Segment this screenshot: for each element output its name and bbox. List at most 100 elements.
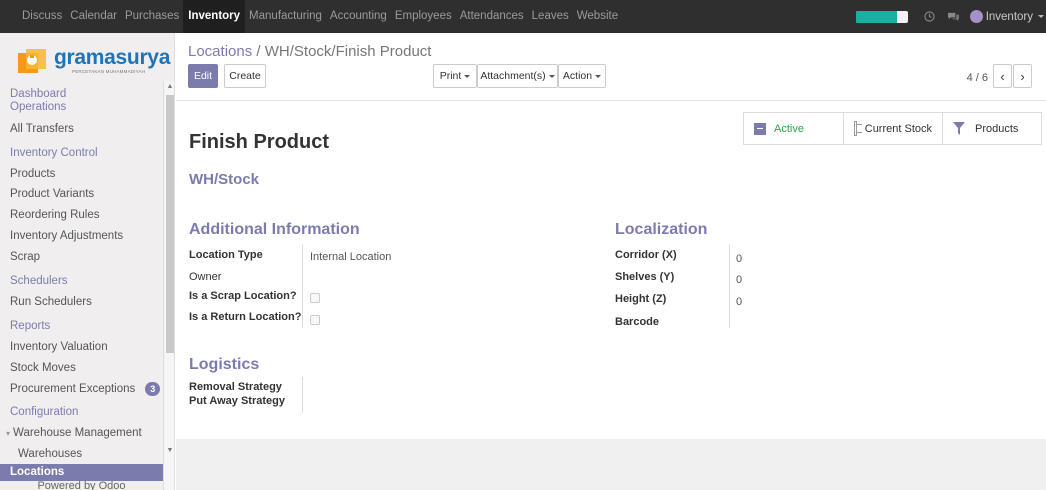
sidebar-item-warehouse-management[interactable]: ▾ Warehouse Management <box>0 426 142 441</box>
sidebar-section-schedulers[interactable]: Schedulers <box>0 274 68 288</box>
chevron-down-icon <box>1038 15 1044 18</box>
location-name: Finish Product <box>189 131 329 153</box>
form-sheet: Active Current Stock Products Finish Pro… <box>176 101 1046 439</box>
scrap-location-label: Is a Scrap Location? <box>189 290 297 302</box>
progress-fill <box>855 10 898 23</box>
shelves-label: Shelves (Y) <box>615 271 675 283</box>
app-menu-leaves[interactable]: Leaves <box>528 0 573 33</box>
sidebar-item-warehouses[interactable]: Warehouses <box>0 447 82 461</box>
sidebar-item-dashboard[interactable]: Dashboard <box>0 87 66 101</box>
location-type-field[interactable]: Internal Location <box>310 251 391 263</box>
sidebar: gramasurya PERCETAKAN MUHAMMADIYAH Dashb… <box>0 33 175 490</box>
chat-icon[interactable] <box>947 10 961 24</box>
sidebar-item-scrap[interactable]: Scrap <box>0 250 40 264</box>
sidebar-scrollbar[interactable]: ▲ ▼ <box>163 81 174 490</box>
height-label: Height (Z) <box>615 293 667 305</box>
print-label: Print <box>439 70 462 82</box>
building-icon <box>854 121 862 136</box>
app-menu-inventory[interactable]: Inventory <box>183 0 246 33</box>
app-menu-accounting[interactable]: Accounting <box>326 0 391 33</box>
top-navbar: Discuss Calendar Purchases Inventory Manufac… <box>0 0 1046 33</box>
scrollbar-thumb[interactable] <box>166 95 174 353</box>
put-away-strategy-label: Put Away Strategy <box>189 395 285 407</box>
shelves-field[interactable]: 0 <box>736 274 742 286</box>
app-menu-purchases[interactable]: Purchases <box>121 0 183 33</box>
progress-bar <box>855 10 908 23</box>
return-location-label: Is a Return Location? <box>189 311 302 323</box>
app-menu-discuss[interactable]: Discuss <box>0 0 66 33</box>
scroll-down-icon[interactable]: ▼ <box>166 447 174 455</box>
corridor-label: Corridor (X) <box>615 249 677 261</box>
powered-by[interactable]: Powered by Odoo <box>0 480 163 490</box>
sidebar-section-operations[interactable]: Operations <box>0 100 66 114</box>
sidebar-section-reports[interactable]: Reports <box>0 319 50 333</box>
additional-info-heading: Additional Information <box>189 221 360 238</box>
action-label: Action <box>562 70 593 82</box>
sidebar-item-locations[interactable]: Locations <box>0 464 163 481</box>
smart-buttons: Active Current Stock Products <box>743 112 1042 145</box>
active-label: Active <box>774 122 804 135</box>
systray: Inventory <box>855 0 1046 33</box>
breadcrumb-locations[interactable]: Locations <box>188 43 252 60</box>
breadcrumb: Locations / WH/Stock/Finish Product <box>188 43 431 60</box>
chevron-down-icon <box>464 74 471 78</box>
field-divider <box>302 244 303 328</box>
app-menu-calendar[interactable]: Calendar <box>66 0 121 33</box>
sidebar-item-stock-moves[interactable]: Stock Moves <box>0 361 76 375</box>
scrap-location-checkbox[interactable] <box>310 293 320 303</box>
create-button[interactable]: Create <box>224 64 266 88</box>
sidebar-section-inventory-control[interactable]: Inventory Control <box>0 146 98 160</box>
app-menu: Discuss Calendar Purchases Inventory Manufac… <box>0 0 622 33</box>
pager-value[interactable]: 4 / 6 <box>967 72 988 84</box>
app-menu-employees[interactable]: Employees <box>391 0 456 33</box>
removal-strategy-label: Removal Strategy <box>189 381 282 393</box>
archive-icon <box>754 122 766 135</box>
breadcrumb-current: WH/Stock/Finish Product <box>264 43 432 60</box>
chevron-down-icon <box>595 74 602 78</box>
sidebar-item-label: Procurement Exceptions <box>10 383 136 395</box>
app-menu-manufacturing[interactable]: Manufacturing <box>245 0 326 33</box>
pager-next-button[interactable]: › <box>1013 64 1032 88</box>
sidebar-item-procurement-exceptions[interactable]: Procurement Exceptions 3 <box>0 382 161 396</box>
caret-down-icon: ▾ <box>6 429 11 438</box>
active-toggle-button[interactable]: Active <box>744 113 844 144</box>
sidebar-item-all-transfers[interactable]: All Transfers <box>0 122 74 136</box>
form-view: Active Current Stock Products Finish Pro… <box>176 101 1046 490</box>
edit-button[interactable]: Edit <box>188 64 218 88</box>
height-field[interactable]: 0 <box>736 296 742 308</box>
logo-brand: gramasurya <box>54 46 171 69</box>
company-logo[interactable]: gramasurya PERCETAKAN MUHAMMADIYAH <box>16 41 170 81</box>
sidebar-item-inventory-valuation[interactable]: Inventory Valuation <box>0 340 108 354</box>
sidebar-item-product-variants[interactable]: Product Variants <box>0 187 94 201</box>
location-type-label: Location Type <box>189 249 263 261</box>
print-dropdown[interactable]: Print <box>433 64 477 88</box>
user-menu[interactable]: Inventory <box>986 11 1035 23</box>
app-menu-website[interactable]: Website <box>573 0 622 33</box>
app-menu-attendances[interactable]: Attendances <box>456 0 528 33</box>
count-badge: 3 <box>145 382 161 396</box>
sidebar-item-inventory-adjustments[interactable]: Inventory Adjustments <box>0 229 123 243</box>
user-avatar[interactable] <box>969 10 983 23</box>
attachments-dropdown[interactable]: Attachment(s) <box>477 64 558 88</box>
sidebar-section-configuration[interactable]: Configuration <box>0 405 78 419</box>
barcode-label: Barcode <box>615 316 660 328</box>
scroll-up-icon[interactable]: ▲ <box>166 83 174 91</box>
current-stock-label: Current Stock <box>864 122 932 135</box>
parent-location[interactable]: WH/Stock <box>189 171 259 188</box>
corridor-field[interactable]: 0 <box>736 253 742 265</box>
sidebar-item-reordering-rules[interactable]: Reordering Rules <box>0 208 100 222</box>
control-panel: Locations / WH/Stock/Finish Product Edit… <box>176 33 1046 101</box>
chevron-left-icon: ‹ <box>1000 68 1005 84</box>
sidebar-item-run-schedulers[interactable]: Run Schedulers <box>0 295 92 309</box>
logo-tagline: PERCETAKAN MUHAMMADIYAH <box>72 69 146 74</box>
filter-icon <box>953 122 965 135</box>
action-dropdown[interactable]: Action <box>558 64 606 88</box>
current-stock-button[interactable]: Current Stock <box>844 113 943 144</box>
return-location-checkbox[interactable] <box>310 315 320 325</box>
products-label: Products <box>975 122 1019 135</box>
pager-previous-button[interactable]: ‹ <box>993 64 1012 88</box>
chevron-right-icon: › <box>1020 68 1025 84</box>
products-button[interactable]: Products <box>943 113 1041 144</box>
sidebar-item-products[interactable]: Products <box>0 167 55 181</box>
clock-icon[interactable] <box>923 10 937 24</box>
